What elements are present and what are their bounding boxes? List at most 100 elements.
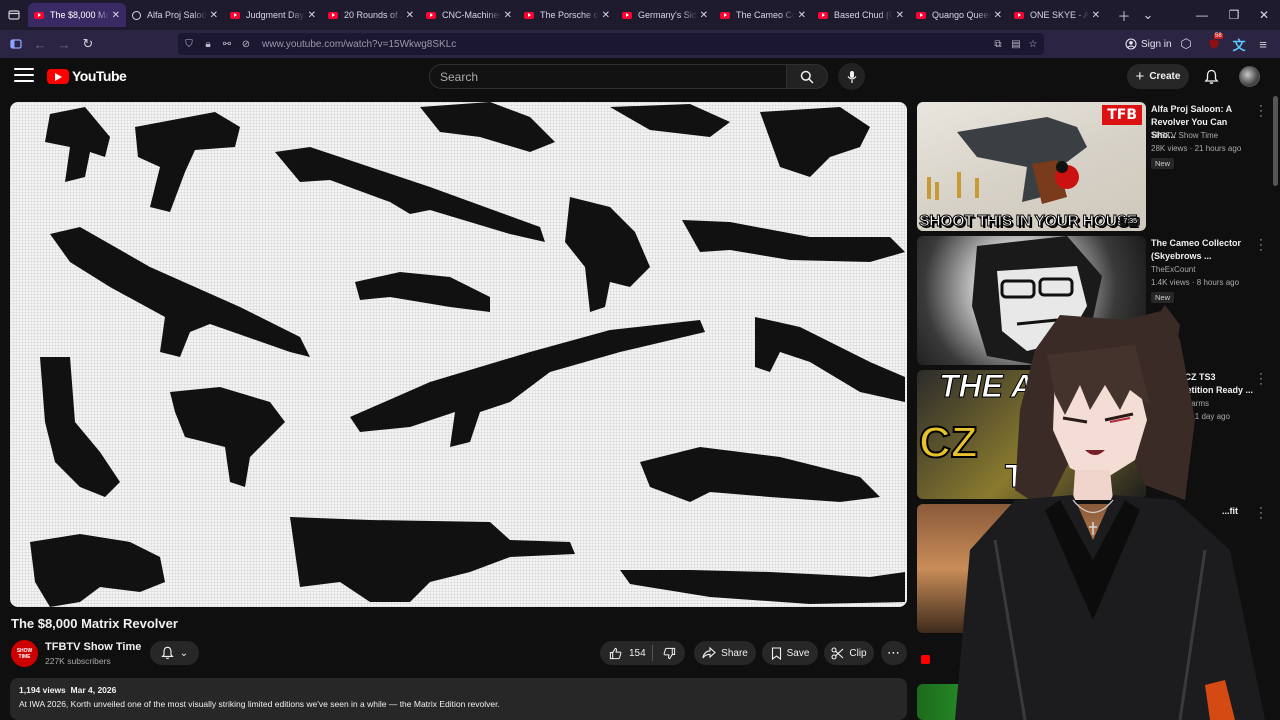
recommendation-channel[interactable]: TFBTV Show Time	[1151, 131, 1218, 140]
recommendation-channel[interactable]: ...sicFirearms	[1161, 399, 1209, 408]
recommendation-thumbnail[interactable]	[917, 504, 1146, 633]
recommendation-title[interactable]: The Cameo Collector (Skyebrows ...	[1151, 237, 1251, 263]
close-tab-icon[interactable]: ✕	[602, 10, 610, 21]
ublock-icon[interactable]: 58	[1202, 32, 1226, 56]
close-tab-icon[interactable]: ✕	[700, 10, 708, 21]
new-badge: New	[1151, 292, 1175, 303]
close-tab-icon[interactable]: ✕	[406, 10, 414, 21]
browser-tab[interactable]: Germany's Side-✕	[616, 3, 714, 27]
back-arrow-icon[interactable]: ←	[28, 32, 52, 56]
lock-icon[interactable]: 🔒︎	[200, 39, 216, 50]
clip-button[interactable]: Clip	[824, 641, 874, 665]
voice-search-button[interactable]	[838, 63, 865, 90]
channel-avatar[interactable]: SHOW TIME	[11, 640, 38, 667]
recommendation-thumbnail[interactable]: TFB SHOOT THIS IN YOUR HOUSE 7:35	[917, 102, 1146, 231]
extensions-icon[interactable]: ⬡	[1174, 32, 1198, 56]
translate-extension-icon[interactable]: 文	[1227, 32, 1251, 56]
guide-menu-icon[interactable]	[14, 68, 34, 84]
description-text: At IWA 2026, Korth unveiled one of the m…	[19, 699, 500, 709]
close-tab-icon[interactable]: ✕	[504, 10, 512, 21]
more-actions-button[interactable]: ⋯	[881, 641, 907, 665]
permissions-icon[interactable]: ⚯	[219, 39, 235, 50]
recommendation-title[interactable]: ...fit	[1222, 505, 1257, 518]
close-tab-icon[interactable]: ✕	[112, 10, 120, 21]
view-count: 1,194 views	[19, 685, 66, 695]
tab-overview-icon[interactable]	[0, 0, 28, 30]
account-avatar[interactable]	[1239, 66, 1260, 87]
browser-tab[interactable]: CNC-Machined, ✕	[420, 3, 518, 27]
recommendation-title[interactable]: NEW CZ TS3 Competition Ready ...	[1161, 371, 1261, 397]
more-vertical-icon[interactable]: · · ·	[1259, 369, 1263, 390]
more-vertical-icon[interactable]: · · ·	[1259, 101, 1263, 122]
tab-label: The Porsche of P	[540, 10, 599, 20]
close-tab-icon[interactable]: ✕	[994, 10, 1002, 21]
recommendation-item[interactable]: TFB SHOOT THIS IN YOUR HOUSE 7:35 Alfa P…	[917, 101, 1263, 232]
browser-tab[interactable]: 20 Rounds of 12✕	[322, 3, 420, 27]
restore-icon[interactable]: ❐	[1218, 0, 1250, 30]
thumbs-down-icon	[663, 647, 675, 659]
notifications-button[interactable]	[1200, 66, 1222, 88]
clip-label: Clip	[849, 647, 867, 659]
close-tab-icon[interactable]: ✕	[308, 10, 316, 21]
more-vertical-icon[interactable]: · · ·	[1259, 235, 1263, 256]
url-text[interactable]: www.youtube.com/watch?v=15Wkwg8SKLc	[262, 39, 456, 50]
minimize-icon[interactable]: —	[1186, 0, 1218, 30]
close-tab-icon[interactable]: ✕	[798, 10, 806, 21]
app-menu-icon[interactable]: ≡	[1251, 32, 1275, 56]
recommendation-meta: 28K views · 21 hours ago	[1151, 144, 1242, 153]
recommendation-meta: ...views · 1 day ago	[1161, 412, 1230, 421]
picture-in-picture-icon[interactable]: ⧉	[990, 39, 1006, 50]
anime-man-thumbnail-art	[972, 236, 1102, 365]
channel-name[interactable]: TFBTV Show Time	[45, 641, 141, 653]
search-input[interactable]: Search	[429, 64, 787, 89]
recommendation-item[interactable]: THE AL CZ TS NEW CZ TS3 Competition Read…	[917, 369, 1263, 500]
recommendation-item[interactable]	[917, 650, 1262, 720]
close-window-icon[interactable]: ✕	[1248, 0, 1280, 30]
thumbnail-caption-cz: CZ	[918, 417, 979, 468]
recommendation-thumbnail[interactable]	[917, 236, 1146, 365]
bookmark-icon	[771, 646, 781, 660]
description-box[interactable]: 1,194 views Mar 4, 2026 At IWA 2026, Kor…	[10, 678, 907, 720]
dislike-button[interactable]	[653, 647, 685, 660]
shield-icon[interactable]: ⛉	[181, 39, 197, 50]
reader-view-icon[interactable]: ▤	[1008, 39, 1024, 50]
tab-label: CNC-Machined,	[442, 10, 501, 20]
close-tab-icon[interactable]: ✕	[896, 10, 904, 21]
browser-tab[interactable]: The $8,000 Matrix✕	[28, 3, 126, 27]
tracking-icon[interactable]: ⊘	[238, 39, 254, 50]
browser-tab[interactable]: The Porsche of P✕	[518, 3, 616, 27]
page-scrollbar[interactable]	[1273, 96, 1278, 186]
address-bar[interactable]: ⛉ 🔒︎ ⚯ ⊘ www.youtube.com/watch?v=15Wkwg8…	[178, 33, 1044, 55]
forward-arrow-icon[interactable]: →	[52, 32, 76, 56]
save-button[interactable]: Save	[762, 641, 818, 665]
save-label: Save	[786, 647, 810, 659]
subscription-bell-button[interactable]: ⌄	[150, 641, 199, 665]
create-label: Create	[1149, 71, 1181, 82]
search-button[interactable]	[786, 64, 828, 89]
video-player[interactable]	[10, 102, 907, 607]
browser-tab[interactable]: Based Chud (Chu✕	[812, 3, 910, 27]
close-tab-icon[interactable]: ✕	[210, 10, 218, 21]
browser-tab[interactable]: The Cameo Colle✕	[714, 3, 812, 27]
recommendation-channel[interactable]: TheExCount	[1151, 265, 1195, 274]
reload-icon[interactable]: ↻	[76, 32, 100, 56]
bookmark-star-icon[interactable]: ☆	[1025, 39, 1041, 50]
more-vertical-icon[interactable]: · · ·	[1259, 503, 1263, 524]
sign-in-button[interactable]: Sign in	[1125, 34, 1172, 54]
browser-tab[interactable]: Judgment Day Le✕	[224, 3, 322, 27]
create-button[interactable]: + Create	[1127, 64, 1189, 89]
recommendation-item[interactable]: The Cameo Collector (Skyebrows ... TheEx…	[917, 235, 1263, 366]
video-title: The $8,000 Matrix Revolver	[11, 616, 178, 631]
browser-tab[interactable]: ONE SKYE - A Sk✕	[1008, 3, 1106, 27]
like-button[interactable]: 154	[600, 647, 652, 660]
sidebar-toggle-icon[interactable]	[4, 32, 28, 56]
recommendation-thumbnail[interactable]: THE AL CZ TS	[917, 370, 1146, 499]
recommendation-thumbnail[interactable]	[917, 684, 1146, 720]
tab-list-chevron-icon[interactable]: ⌄	[1134, 0, 1162, 30]
browser-tab[interactable]: Quango Queen (✕	[910, 3, 1008, 27]
browser-tab[interactable]: Alfa Proj Saloon ✕	[126, 3, 224, 27]
recommendation-item[interactable]: ...fit · · ·	[917, 503, 1263, 634]
close-tab-icon[interactable]: ✕	[1092, 10, 1100, 21]
share-button[interactable]: Share	[694, 641, 756, 665]
youtube-logo[interactable]: YouTube	[47, 68, 127, 84]
